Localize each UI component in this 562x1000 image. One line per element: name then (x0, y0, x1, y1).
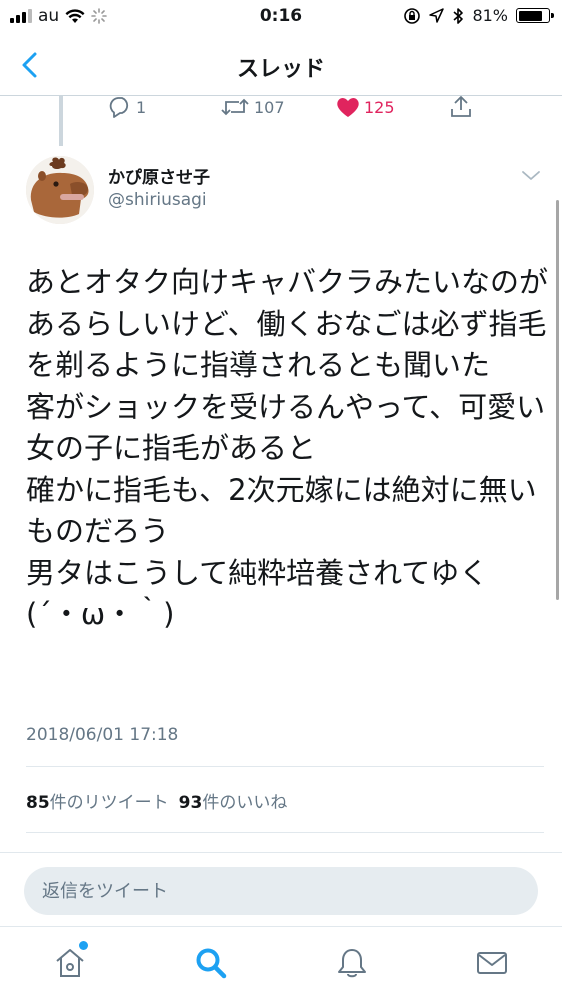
tab-home[interactable] (50, 941, 90, 983)
tweet-text: あとオタク向けキャバクラみたいなのがあるらしいけど、働くおなごは必ず指毛を剃るよ… (26, 265, 549, 631)
author-name[interactable]: かぴ原させ子 (108, 163, 210, 188)
author-handle[interactable]: @shiriusagi (108, 190, 207, 210)
retweet-stat-count: 85 (26, 793, 50, 813)
scrollbar[interactable] (556, 200, 559, 600)
reply-input[interactable] (24, 867, 538, 915)
reply-count: 1 (136, 97, 147, 117)
tweet-stats: 85件のリツイート 93件のいいね (26, 788, 287, 813)
tab-bar (0, 926, 562, 1000)
new-items-dot (79, 941, 88, 950)
status-right: 81% (403, 6, 554, 25)
tweet-timestamp: 2018/06/01 17:18 (26, 725, 179, 745)
like-stat[interactable]: 93件のいいね (179, 788, 288, 813)
retweet-action[interactable]: 107 (220, 96, 285, 118)
battery-icon (516, 8, 554, 23)
bluetooth-icon (453, 7, 464, 24)
reply-action[interactable]: 1 (108, 96, 146, 118)
page-title: スレッド (236, 57, 325, 82)
like-action[interactable]: 125 (336, 96, 395, 118)
battery-percent: 81% (472, 6, 508, 25)
notifications-icon (338, 949, 366, 978)
location-icon (429, 8, 445, 23)
thread-connector-line (59, 96, 63, 146)
retweet-count: 107 (254, 97, 285, 117)
heart-icon (337, 98, 359, 117)
like-count: 125 (364, 97, 395, 117)
reply-icon (109, 97, 129, 118)
retweet-stat[interactable]: 85件のリツイート (26, 788, 169, 813)
messages-icon (477, 952, 507, 974)
chevron-down-icon[interactable] (518, 166, 544, 184)
tab-messages[interactable] (472, 943, 512, 983)
divider (26, 832, 544, 833)
prev-tweet-actions: 1 107 125 (108, 96, 488, 136)
nav-bar: スレッド (0, 34, 562, 96)
share-action[interactable] (450, 96, 472, 118)
home-icon (56, 949, 84, 977)
retweet-icon (221, 98, 249, 116)
tab-search[interactable] (191, 943, 231, 983)
like-stat-label: 件のいいね (202, 793, 288, 813)
avatar[interactable] (26, 156, 94, 224)
like-stat-count: 93 (178, 793, 203, 813)
divider (26, 766, 544, 767)
retweet-stat-label: 件のリツイート (49, 793, 169, 813)
orientation-lock-icon (404, 7, 421, 24)
tab-notifications[interactable] (332, 943, 372, 983)
capybara-avatar-icon (26, 156, 94, 224)
share-icon (451, 96, 471, 117)
status-bar: au 0:16 81% (0, 0, 562, 34)
reply-bar (0, 852, 562, 926)
search-icon (196, 948, 227, 979)
